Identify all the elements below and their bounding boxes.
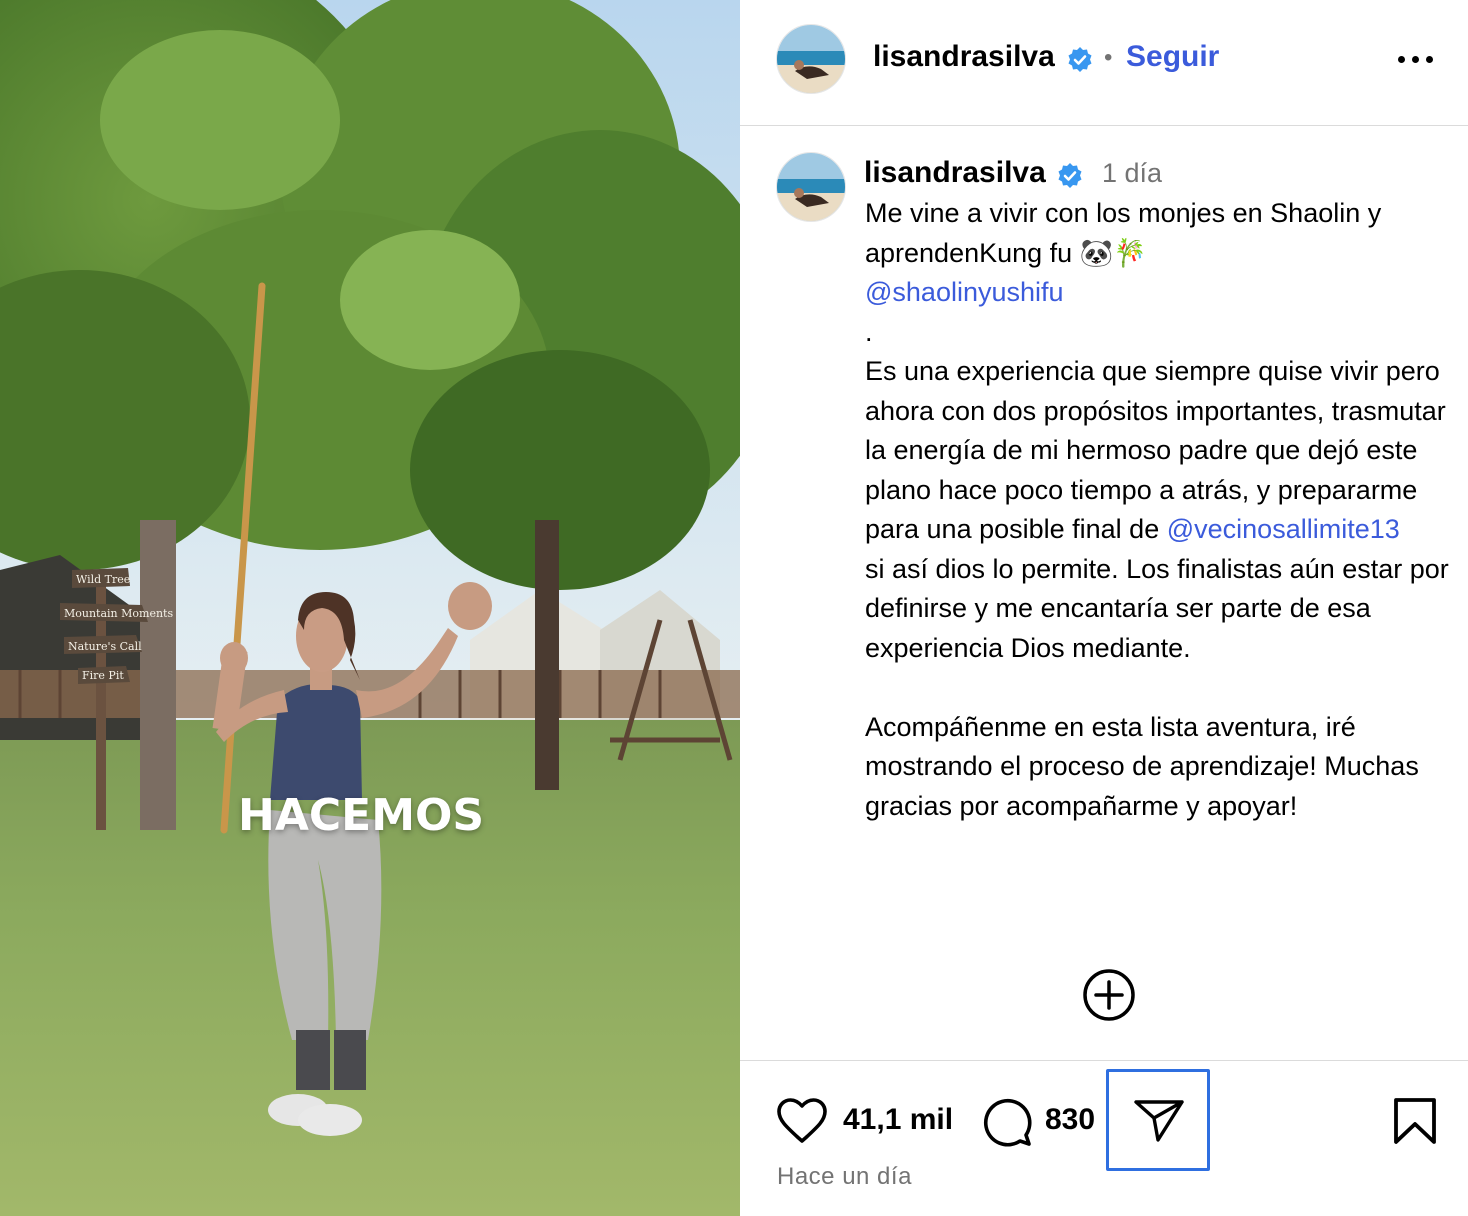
- expand-plus-icon[interactable]: [1082, 968, 1136, 1022]
- caption-segment: . Es una experiencia que siempre quise v…: [865, 316, 1446, 545]
- more-options-icon[interactable]: [1396, 50, 1436, 70]
- like-count[interactable]: 41,1 mil: [843, 1103, 953, 1137]
- mention-link[interactable]: @shaolinyushifu: [865, 277, 1064, 307]
- bookmark-icon[interactable]: [1392, 1097, 1438, 1145]
- caption-timestamp[interactable]: 1 día: [1102, 158, 1162, 189]
- post-caption: lisandrasilva 1 día Me vine a vivir con …: [740, 126, 1468, 1060]
- sign-wild-tree: Wild Tree: [76, 573, 130, 586]
- verified-badge-icon: [1068, 47, 1092, 72]
- sign-fire-pit: Fire Pit: [82, 669, 124, 682]
- post-header: lisandrasilva • Seguir: [740, 0, 1468, 126]
- author-avatar[interactable]: [776, 24, 846, 94]
- comment-icon[interactable]: [980, 1095, 1032, 1147]
- share-icon: [1134, 1100, 1184, 1142]
- header-separator: •: [1104, 44, 1113, 71]
- author-username[interactable]: lisandrasilva: [873, 40, 1055, 74]
- media-image: Wild Tree Mountain Moments Nature's Call…: [0, 0, 740, 1216]
- video-overlay-caption: HACEMOS: [238, 790, 485, 841]
- caption-segment: si así dios lo permite. Los finalistas a…: [865, 553, 1449, 821]
- caption-text: Me vine a vivir con los monjes en Shaoli…: [865, 194, 1455, 826]
- share-button[interactable]: [1106, 1069, 1210, 1171]
- comment-count[interactable]: 830: [1045, 1103, 1095, 1137]
- caption-segment: Me vine a vivir con los monjes en Shaoli…: [865, 198, 1382, 268]
- mention-link[interactable]: @vecinosallimite13: [1167, 514, 1400, 544]
- caption-author-avatar[interactable]: [776, 152, 846, 222]
- verified-badge-icon: [1058, 163, 1082, 188]
- post-side-panel: lisandrasilva • Seguir lisandrasilva 1 d: [740, 0, 1468, 1216]
- heart-icon[interactable]: [776, 1097, 828, 1145]
- post-actions: 41,1 mil 830 Hace un día: [740, 1060, 1468, 1216]
- post-media[interactable]: Wild Tree Mountain Moments Nature's Call…: [0, 0, 740, 1216]
- follow-button[interactable]: Seguir: [1126, 40, 1219, 74]
- caption-author-username[interactable]: lisandrasilva: [864, 156, 1046, 190]
- sign-natures-call: Nature's Call: [68, 640, 142, 653]
- sign-mountain-moments: Mountain Moments: [64, 607, 173, 620]
- post-timestamp[interactable]: Hace un día: [777, 1163, 912, 1191]
